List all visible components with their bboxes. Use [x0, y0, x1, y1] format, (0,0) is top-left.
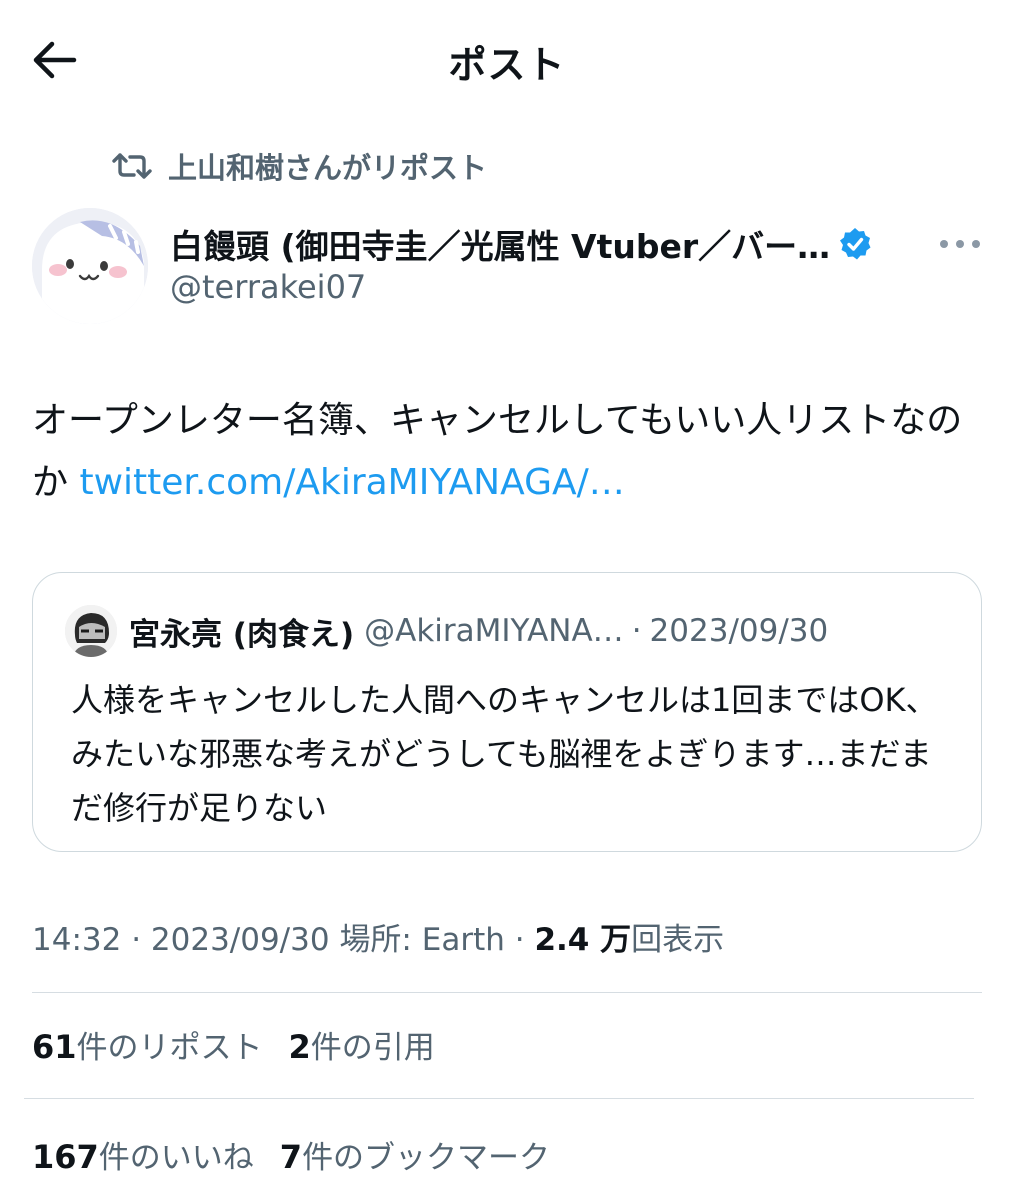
- reposts-label: 件のリポスト: [76, 1030, 263, 1066]
- quoted-author-name: 宮永亮 (肉食え): [129, 616, 355, 653]
- quoted-date: 2023/09/30: [649, 613, 829, 649]
- views-label: 回表示: [631, 922, 725, 958]
- repost-label: 上山和樹さんがリポスト: [168, 151, 488, 185]
- quotes-label: 件の引用: [310, 1030, 435, 1066]
- repost-indicator[interactable]: 上山和樹さんがリポスト: [112, 146, 487, 186]
- views-count: 2.4 万: [534, 922, 632, 958]
- engagement-stats: 167件のいいね 7件のブックマーク: [32, 1132, 576, 1177]
- reposts-count: 61: [32, 1028, 77, 1066]
- quotes-stat[interactable]: 2件の引用: [289, 1022, 435, 1067]
- quoted-separator: ·: [631, 613, 642, 649]
- post-timestamp[interactable]: 14:32 · 2023/09/30: [32, 922, 330, 958]
- likes-stat[interactable]: 167件のいいね: [32, 1132, 254, 1177]
- author-name[interactable]: 白饅頭 (御田寺圭／光属性 Vtuber／バー…: [170, 220, 830, 268]
- post-location: 場所: Earth ·: [339, 922, 535, 958]
- author-avatar[interactable]: [32, 208, 148, 324]
- divider: [24, 1098, 974, 1099]
- more-icon: [940, 240, 980, 248]
- post-detail-page: ポスト 上山和樹さんがリポスト 白饅頭 (御田寺圭／光属性 Vtuber／バー…: [0, 0, 1014, 1200]
- top-bar: ポスト: [0, 0, 1014, 118]
- post-meta: 14:32 · 2023/09/30 場所: Earth · 2.4 万回表示: [32, 914, 724, 959]
- reposts-stat[interactable]: 61件のリポスト: [32, 1022, 263, 1067]
- verified-badge-icon: [840, 228, 871, 260]
- likes-count: 167: [32, 1138, 99, 1176]
- quotes-count: 2: [288, 1028, 311, 1066]
- divider: [32, 992, 982, 993]
- repost-stats: 61件のリポスト 2件の引用: [32, 1022, 461, 1067]
- quoted-post-text: 人様をキャンセルした人間へのキャンセルは1回まではOK、みたいな邪悪な考えがどう…: [71, 681, 938, 827]
- author-name-row: 白饅頭 (御田寺圭／光属性 Vtuber／バー…: [170, 220, 872, 268]
- author-handle[interactable]: @terrakei07: [170, 268, 366, 306]
- post-link[interactable]: twitter.com/AkiraMIYANAGA/…: [79, 462, 624, 503]
- bookmarks-count: 7: [279, 1138, 303, 1176]
- bookmarks-label: 件のブックマーク: [302, 1140, 551, 1176]
- bookmarks-stat[interactable]: 7件のブックマーク: [280, 1132, 550, 1177]
- avatar-image: [32, 208, 148, 324]
- quoted-avatar-image: [65, 605, 117, 657]
- page-title: ポスト: [448, 43, 566, 87]
- quoted-author-avatar: [65, 605, 117, 657]
- quoted-post-header: 宮永亮 (肉食え) @AkiraMIYANA… · 2023/09/30: [65, 603, 828, 659]
- quoted-post-card[interactable]: 宮永亮 (肉食え) @AkiraMIYANA… · 2023/09/30 人様を…: [32, 572, 982, 852]
- quoted-author-handle: @AkiraMIYANA…: [364, 613, 624, 649]
- post-text: オープンレター名簿、キャンセルしてもいい人リストなのか twitter.com/…: [32, 390, 982, 514]
- more-options-button[interactable]: [934, 222, 986, 266]
- repost-icon: [112, 153, 152, 179]
- likes-label: 件のいいね: [98, 1140, 254, 1176]
